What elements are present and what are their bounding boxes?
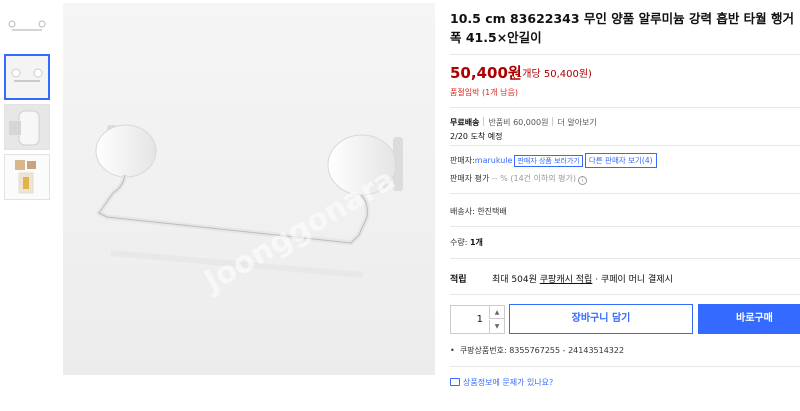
thumbnail-2[interactable] [4, 54, 50, 100]
thumbnail-list [4, 6, 54, 204]
shipping-row: 무료배송 반품비 60,000원 더 알아보기 [450, 117, 597, 128]
divider [450, 193, 800, 194]
seller-rating-row: 판매자 평가 -- % (14건 이하의 평가) i [450, 173, 588, 185]
delivery-company: 배송사: 한진택배 [450, 207, 507, 216]
main-product-image[interactable]: Joonggonara [63, 3, 435, 375]
chevron-down-icon[interactable]: ▼ [489, 320, 504, 333]
stock-status: 품절임박 (1개 남음) [450, 88, 518, 97]
chevron-up-icon[interactable]: ▲ [489, 306, 504, 319]
divider [450, 145, 800, 146]
shipping-more-link[interactable]: 더 알아보기 [557, 118, 596, 127]
report-issue-link[interactable]: 상품정보에 문제가 있나요? [450, 377, 553, 388]
rating-note: (14건 이하의 평가) [510, 174, 577, 183]
unit-price: (1개당 50,400원) [512, 69, 592, 80]
quantity-stepper[interactable]: 1 ▲ ▼ [450, 305, 505, 334]
quantity-label: 수량: [450, 238, 468, 247]
product-info: 10.5 cm 83622343 무인 양품 알루미늄 강력 흡반 타월 행거 … [450, 0, 800, 411]
divider [450, 294, 800, 295]
product-title: 10.5 cm 83622343 무인 양품 알루미늄 강력 흡반 타월 행거 … [450, 11, 795, 45]
cash-reward-row: 적립 최대 504원 쿠팡캐시 적립 · 쿠페이 머니 결제시 [450, 272, 673, 285]
divider [450, 54, 800, 55]
divider [450, 366, 800, 367]
price: 50,400원 [450, 64, 522, 82]
rating-label: 판매자 평가 [450, 174, 490, 183]
product-number-text: 쿠팡상품번호: 8355767255 - 24143514322 [459, 346, 625, 355]
buy-now-button[interactable]: 바로구매 [698, 304, 800, 334]
free-shipping-label: 무료배송 [450, 118, 480, 127]
add-to-cart-button[interactable]: 장바구니 담기 [509, 304, 693, 334]
cash-max: 최대 504원 [492, 275, 537, 285]
cash-condition: · 쿠페이 머니 결제시 [595, 275, 673, 285]
chat-icon [450, 378, 460, 386]
divider [450, 226, 800, 227]
other-sellers-button[interactable]: 다른 판매자 보기(4) [584, 153, 657, 168]
thumbnail-1[interactable] [4, 6, 50, 46]
seller-row: 판매자:marukule 판매자 상품 보러가기 다른 판매자 보기(4) [450, 153, 657, 168]
seller-label: 판매자: [450, 156, 475, 165]
quantity-row: 수량: 1개 [450, 237, 483, 248]
cash-label: 적립 [450, 275, 467, 285]
info-icon[interactable]: i [578, 176, 588, 185]
divider [450, 107, 800, 108]
thumbnail-3[interactable] [4, 104, 50, 150]
coupang-cash-link[interactable]: 쿠팡캐시 적립 [540, 275, 593, 285]
quantity-input[interactable]: 1 [451, 306, 489, 333]
thumbnail-4[interactable] [4, 154, 50, 200]
product-number: • 쿠팡상품번호: 8355767255 - 24143514322 [450, 346, 625, 355]
seller-name[interactable]: marukule [475, 156, 513, 165]
rating-value: -- % [491, 174, 508, 183]
seller-products-button[interactable]: 판매자 상품 보러가기 [514, 155, 583, 167]
report-issue-text[interactable]: 상품정보에 문제가 있나요? [463, 378, 553, 387]
arrival-date: 2/20 도착 예정 [450, 132, 503, 141]
return-fee: 반품비 60,000원 [488, 118, 549, 127]
quantity-value: 1개 [469, 238, 483, 247]
divider [450, 258, 800, 259]
